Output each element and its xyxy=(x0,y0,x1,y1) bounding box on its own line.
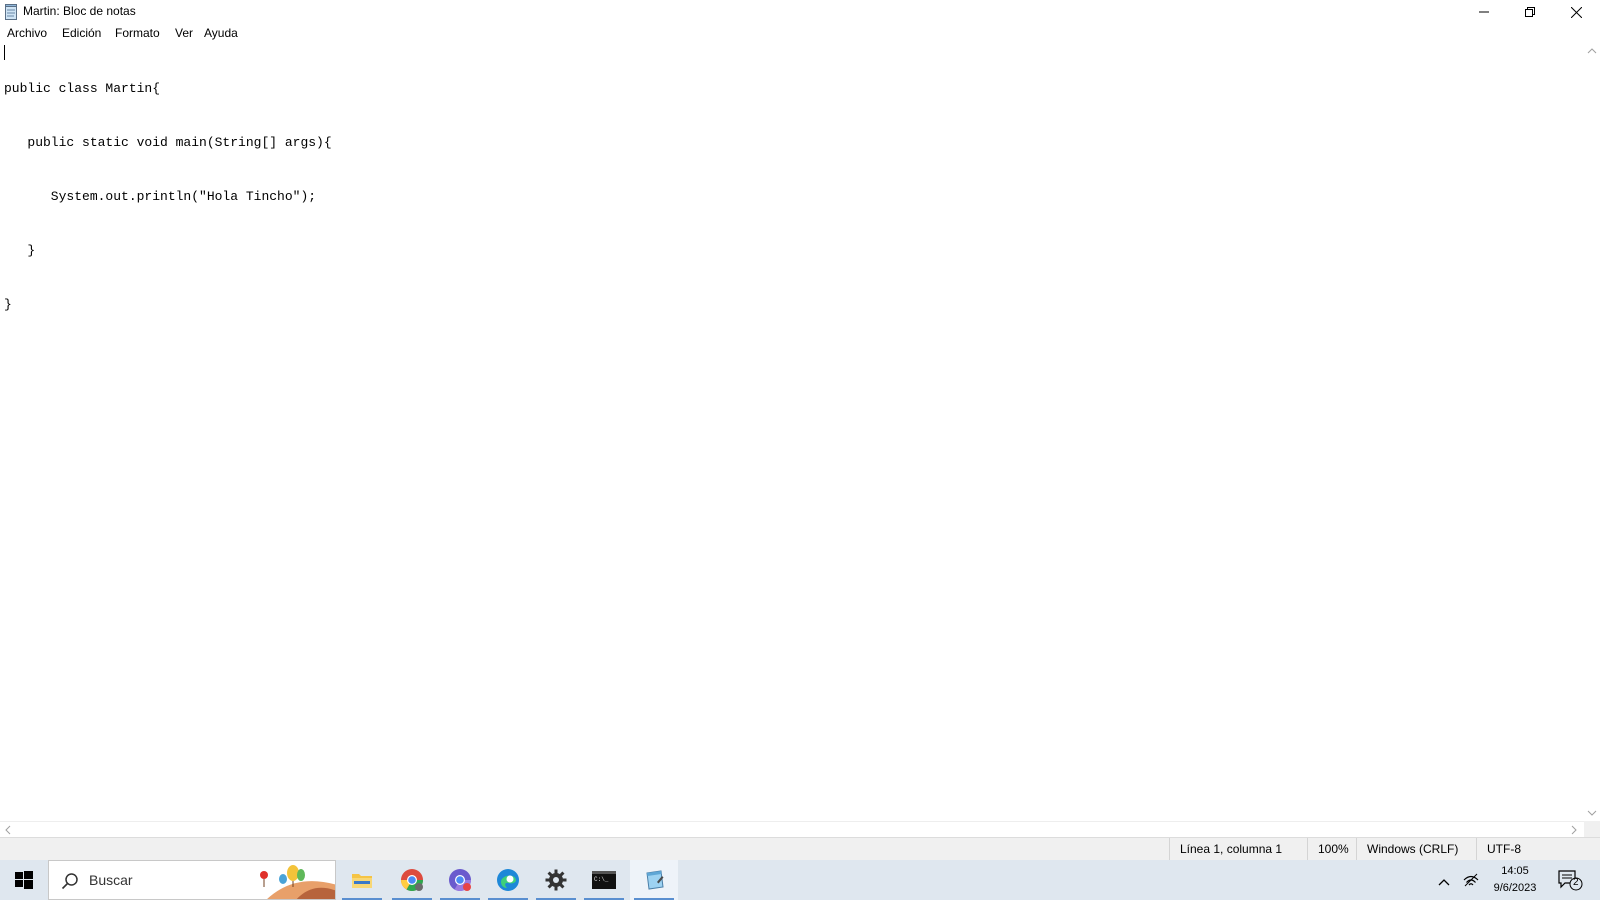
edge-icon xyxy=(497,869,519,891)
notepad-app-icon[interactable] xyxy=(5,4,18,20)
taskbar-chrome-canary[interactable] xyxy=(436,860,484,900)
search-icon xyxy=(61,872,79,895)
title-bar[interactable]: Martin: Bloc de notas xyxy=(0,0,1600,24)
settings-icon xyxy=(545,869,567,891)
notification-count-badge: 2 xyxy=(1573,877,1579,888)
taskbar-edge[interactable] xyxy=(484,860,532,900)
taskbar-file-explorer[interactable] xyxy=(338,860,386,900)
taskbar-terminal[interactable]: C:\_ xyxy=(580,860,628,900)
close-button[interactable] xyxy=(1553,0,1599,24)
text-editor[interactable]: public class Martin{ public static void … xyxy=(0,43,1584,821)
code-line: System.out.println("Hola Tincho"); xyxy=(4,189,317,204)
status-position: Línea 1, columna 1 xyxy=(1169,838,1298,861)
taskbar-notepad[interactable] xyxy=(630,860,678,900)
chrome-canary-icon xyxy=(449,869,471,891)
window-title: Martin: Bloc de notas xyxy=(23,4,136,18)
menu-archivo[interactable]: Archivo xyxy=(7,26,47,40)
svg-text:C:\_: C:\_ xyxy=(594,876,609,883)
network-wifi-icon[interactable] xyxy=(1463,871,1479,892)
scroll-down-icon[interactable] xyxy=(1587,809,1597,819)
chrome-icon xyxy=(401,869,423,891)
scroll-corner xyxy=(1584,821,1600,837)
close-icon xyxy=(1570,6,1582,18)
taskbar-settings[interactable] xyxy=(532,860,580,900)
code-line: } xyxy=(4,243,36,258)
code-line: } xyxy=(4,297,12,312)
code-line: public class Martin{ xyxy=(4,81,161,96)
vertical-scrollbar[interactable] xyxy=(1584,43,1600,821)
minimize-icon xyxy=(1479,11,1489,13)
clock[interactable]: 14:05 9/6/2023 xyxy=(1480,863,1550,897)
taskbar-search[interactable]: Buscar xyxy=(48,860,336,900)
menu-bar: Archivo Edición Formato Ver Ayuda xyxy=(0,24,1600,44)
terminal-icon: C:\_ xyxy=(592,871,616,889)
menu-formato[interactable]: Formato xyxy=(115,26,160,40)
taskbar-chrome[interactable] xyxy=(388,860,436,900)
status-encoding: UTF-8 xyxy=(1476,838,1597,861)
restore-icon xyxy=(1525,7,1535,17)
windows-logo-icon xyxy=(15,871,33,889)
scroll-up-icon[interactable] xyxy=(1587,47,1597,57)
horizontal-scrollbar[interactable] xyxy=(0,821,1584,838)
restore-button[interactable] xyxy=(1507,0,1553,24)
menu-ayuda[interactable]: Ayuda xyxy=(204,26,238,40)
notepad-icon xyxy=(646,870,664,890)
minimize-button[interactable] xyxy=(1461,0,1507,24)
status-bar: Línea 1, columna 1 100% Windows (CRLF) U… xyxy=(0,837,1600,861)
taskbar: Buscar C:\_ 14:05 9/6/2023 2 xyxy=(0,860,1600,900)
text-caret xyxy=(4,45,5,60)
status-zoom: 100% xyxy=(1307,838,1358,861)
start-button[interactable] xyxy=(0,860,48,900)
code-text[interactable]: public class Martin{ public static void … xyxy=(4,44,332,350)
status-line-ending: Windows (CRLF) xyxy=(1356,838,1467,861)
file-explorer-icon xyxy=(352,874,372,888)
show-hidden-icons-chevron-icon[interactable] xyxy=(1438,873,1450,891)
menu-edicion[interactable]: Edición xyxy=(62,26,101,40)
notification-center-icon[interactable]: 2 xyxy=(1558,870,1584,897)
search-placeholder: Buscar xyxy=(89,872,133,888)
search-highlight-balloons-icon xyxy=(255,863,335,899)
menu-ver[interactable]: Ver xyxy=(175,26,193,40)
clock-date: 9/6/2023 xyxy=(1493,882,1537,894)
code-line: public static void main(String[] args){ xyxy=(4,135,332,150)
clock-time: 14:05 xyxy=(1501,865,1529,877)
